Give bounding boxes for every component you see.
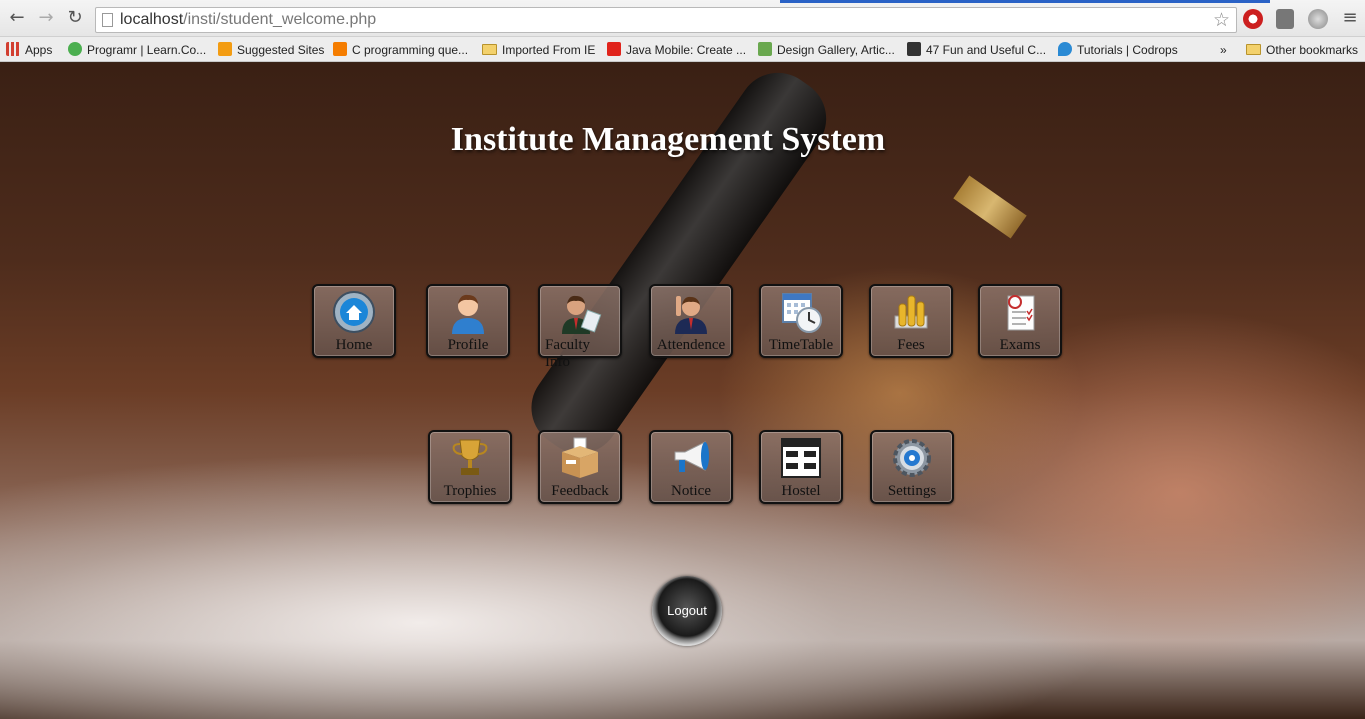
tile-label: Hostel bbox=[781, 483, 821, 499]
menu-tile-fees[interactable]: Fees bbox=[869, 284, 953, 358]
bookmark-label: Programr | Learn.Co... bbox=[87, 43, 207, 57]
blogger-icon bbox=[333, 42, 347, 56]
browser-toolbar: ← → ↻ localhost/insti/student_welcome.ph… bbox=[0, 0, 1365, 37]
url-host: localhost bbox=[120, 11, 184, 28]
menu-tile-profile[interactable]: Profile bbox=[426, 284, 510, 358]
menu-tile-home[interactable]: Home bbox=[312, 284, 396, 358]
folder-icon bbox=[482, 44, 497, 55]
hostel-beds-icon bbox=[781, 438, 821, 478]
tile-label: Faculty Info bbox=[545, 337, 590, 370]
coins-icon bbox=[894, 295, 928, 329]
page-background: Institute Management System Home Profile… bbox=[0, 63, 1365, 719]
bookmark-java-mobile[interactable]: Java Mobile: Create ... bbox=[607, 41, 746, 59]
back-arrow-icon[interactable]: ← bbox=[7, 8, 27, 28]
pen-band-decoration bbox=[953, 175, 1027, 239]
codrops-icon bbox=[1058, 42, 1072, 56]
tile-label: Trophies bbox=[443, 483, 497, 499]
home-icon bbox=[333, 291, 375, 333]
tile-label: Profile bbox=[447, 337, 489, 353]
bookmark-label: C programming que... bbox=[352, 43, 469, 57]
tile-label: Notice bbox=[671, 483, 711, 499]
bookmark-imported-from-ie[interactable]: Imported From IE bbox=[482, 41, 595, 59]
bookmark-label: Tutorials | Codrops bbox=[1077, 43, 1178, 57]
feedback-box-icon bbox=[562, 437, 598, 478]
calendar-clock-icon bbox=[782, 293, 822, 333]
faculty-icon bbox=[562, 295, 602, 334]
bookmarks-overflow[interactable]: » bbox=[1220, 41, 1227, 59]
tile-label: Exams bbox=[999, 337, 1041, 353]
bookmark-design-gallery[interactable]: Design Gallery, Artic... bbox=[758, 41, 895, 59]
tile-label: Attendence bbox=[656, 337, 726, 353]
page-title: Institute Management System bbox=[450, 121, 886, 158]
attendance-icon bbox=[675, 296, 707, 334]
tile-label: Home bbox=[335, 337, 373, 353]
logout-button[interactable]: Logout bbox=[652, 576, 722, 646]
tile-label: TimeTable bbox=[768, 337, 834, 353]
bookmark-c-programming[interactable]: C programming que... bbox=[333, 41, 468, 59]
suggested-sites-icon bbox=[218, 42, 232, 56]
bookmark-47-fun[interactable]: 47 Fun and Useful C... bbox=[907, 41, 1046, 59]
page-icon bbox=[102, 13, 113, 27]
bookmark-suggested-sites[interactable]: Suggested Sites bbox=[218, 41, 324, 59]
folder-icon bbox=[1246, 44, 1261, 55]
tab-accent-bar bbox=[780, 0, 1270, 3]
menu-tile-faculty-info[interactable]: Faculty Info bbox=[538, 284, 622, 370]
tile-label: Feedback bbox=[551, 483, 609, 499]
forward-arrow-icon[interactable]: → bbox=[36, 8, 56, 28]
globe-icon[interactable] bbox=[1308, 9, 1328, 29]
oracle-icon bbox=[607, 42, 621, 56]
tile-label: Fees bbox=[897, 337, 925, 353]
menu-tile-feedback[interactable]: Feedback bbox=[538, 430, 622, 504]
bookmark-star-icon[interactable]: ☆ bbox=[1213, 9, 1230, 31]
bookmark-apps[interactable]: Apps bbox=[6, 41, 52, 59]
trophy-icon bbox=[452, 439, 488, 475]
tile-label: Settings bbox=[887, 483, 937, 499]
bookmark-label: Other bookmarks bbox=[1266, 43, 1359, 57]
bookmark-label: 47 Fun and Useful C... bbox=[926, 43, 1047, 57]
menu-tile-notice[interactable]: Notice bbox=[649, 430, 733, 504]
bookmarks-bar: Apps Programr | Learn.Co... Suggested Si… bbox=[0, 37, 1365, 62]
bookmark-programr[interactable]: Programr | Learn.Co... bbox=[68, 41, 206, 59]
menu-tile-hostel[interactable]: Hostel bbox=[759, 430, 843, 504]
programr-icon bbox=[68, 42, 82, 56]
logout-label: Logout bbox=[667, 603, 707, 618]
bookmark-other[interactable]: Other bookmarks bbox=[1246, 41, 1358, 59]
menu-icon[interactable]: ≡ bbox=[1340, 8, 1360, 28]
url-path: /insti/student_welcome.php bbox=[183, 11, 377, 28]
adblock-icon[interactable] bbox=[1243, 9, 1263, 29]
overflow-chevron-icon: » bbox=[1220, 43, 1227, 57]
menu-tile-exams[interactable]: Exams bbox=[978, 284, 1062, 358]
design-gallery-icon bbox=[758, 42, 772, 56]
menu-tile-trophies[interactable]: Trophies bbox=[428, 430, 512, 504]
apps-grid-icon bbox=[6, 42, 20, 56]
bookmark-codrops[interactable]: Tutorials | Codrops bbox=[1058, 41, 1178, 59]
tutorial-site-icon bbox=[907, 42, 921, 56]
gear-icon bbox=[893, 439, 931, 477]
bookmark-label: Java Mobile: Create ... bbox=[626, 43, 747, 57]
megaphone-icon bbox=[674, 441, 709, 472]
exam-sheet-icon bbox=[1007, 295, 1035, 331]
user-profile-icon bbox=[452, 294, 484, 334]
address-bar[interactable]: localhost/insti/student_welcome.php ☆ bbox=[95, 7, 1237, 33]
bookmark-label: Design Gallery, Artic... bbox=[777, 43, 895, 57]
menu-tile-settings[interactable]: Settings bbox=[870, 430, 954, 504]
bookmark-label: Imported From IE bbox=[502, 43, 596, 57]
menu-tile-attendence[interactable]: Attendence bbox=[649, 284, 733, 358]
menu-tile-timetable[interactable]: TimeTable bbox=[759, 284, 843, 358]
url-text: localhost/insti/student_welcome.php bbox=[120, 11, 376, 29]
bookmark-label: Suggested Sites bbox=[237, 43, 325, 57]
extension-badge-icon[interactable] bbox=[1276, 9, 1294, 29]
reload-icon[interactable]: ↻ bbox=[65, 8, 85, 28]
bookmark-label: Apps bbox=[25, 43, 53, 57]
